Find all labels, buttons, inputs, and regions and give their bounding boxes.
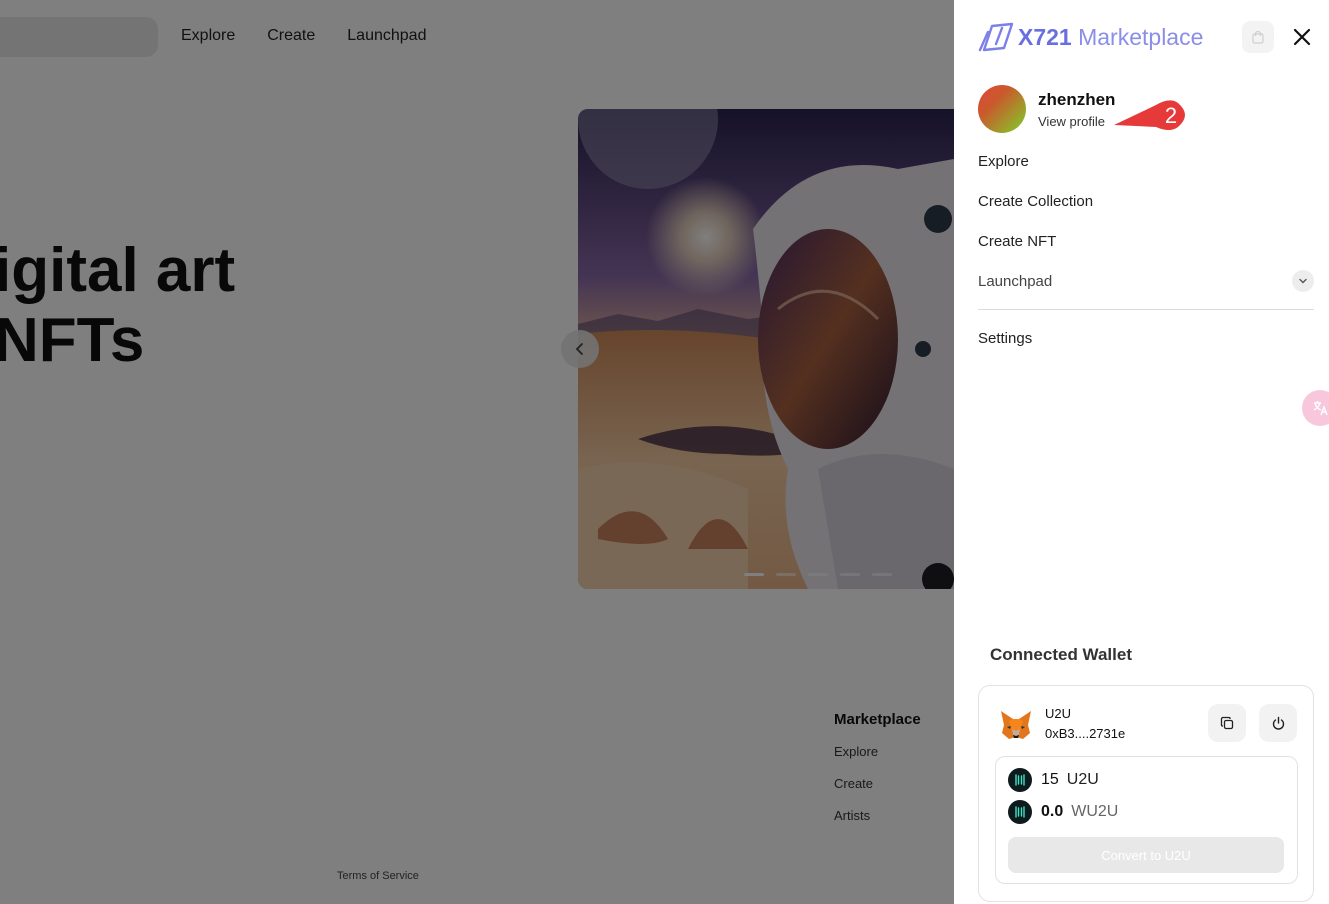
menu-item-create-nft[interactable]: Create NFT bbox=[978, 221, 1314, 261]
brand-logo[interactable]: X721 Marketplace bbox=[978, 22, 1203, 52]
close-drawer-button[interactable] bbox=[1290, 25, 1314, 49]
wallet-network: U2U bbox=[1045, 706, 1072, 721]
launchpad-expand-toggle[interactable] bbox=[1292, 270, 1314, 292]
connected-wallet-title: Connected Wallet bbox=[990, 645, 1132, 664]
copy-icon bbox=[1220, 716, 1233, 729]
metamask-fox-icon bbox=[1001, 711, 1031, 739]
profile-username: zhenzhen bbox=[1038, 89, 1116, 109]
copy-address-button[interactable] bbox=[1208, 704, 1246, 742]
menu-item-create-collection[interactable]: Create Collection bbox=[978, 181, 1314, 221]
translate-icon bbox=[1313, 401, 1328, 416]
brand-product: Marketplace bbox=[1078, 23, 1204, 50]
u2u-token-icon bbox=[1008, 768, 1032, 792]
menu-item-label: Create Collection bbox=[978, 192, 1094, 210]
view-profile-link[interactable]: View profile bbox=[1038, 114, 1115, 129]
wu2u-balance-unit: WU2U bbox=[1071, 803, 1119, 820]
menu-item-explore[interactable]: Explore bbox=[978, 141, 1314, 181]
u2u-balance-amount: 15 bbox=[1041, 771, 1059, 788]
shopping-bag-icon bbox=[1252, 30, 1264, 44]
menu-item-label: Launchpad bbox=[978, 272, 1053, 290]
menu-item-label: Settings bbox=[978, 329, 1033, 347]
disconnect-wallet-button[interactable] bbox=[1259, 704, 1297, 742]
menu-item-label: Explore bbox=[978, 152, 1029, 170]
chevron-down-icon bbox=[1299, 278, 1307, 284]
drawer-backdrop[interactable] bbox=[0, 0, 954, 904]
drawer-menu: Explore Create Collection Create NFT Lau… bbox=[978, 141, 1314, 358]
wu2u-balance-amount: 0.0 bbox=[1041, 803, 1064, 820]
annotation-badge-number: 2 bbox=[1165, 103, 1177, 128]
u2u-balance-unit: U2U bbox=[1066, 771, 1099, 788]
menu-item-settings[interactable]: Settings bbox=[978, 318, 1314, 358]
balance-row-wu2u: 0.0 WU2U bbox=[1008, 800, 1118, 824]
wallet-card: U2U 0xB3....2731e 15 U2U 0.0 WU2U Conver… bbox=[978, 685, 1314, 902]
x721-logo-icon bbox=[978, 22, 1014, 52]
balance-row-u2u: 15 U2U bbox=[1008, 768, 1099, 792]
cart-button[interactable] bbox=[1242, 21, 1274, 53]
wallet-address: 0xB3....2731e bbox=[1045, 726, 1126, 741]
menu-item-launchpad[interactable]: Launchpad bbox=[978, 261, 1314, 301]
menu-item-label: Create NFT bbox=[978, 232, 1057, 250]
convert-to-u2u-button[interactable]: Convert to U2U bbox=[1008, 837, 1284, 873]
profile-section[interactable]: zhenzhen View profile bbox=[978, 85, 1115, 133]
annotation-badge: 2 bbox=[1114, 100, 1185, 130]
close-icon bbox=[1293, 28, 1311, 46]
balance-box: 15 U2U 0.0 WU2U Convert to U2U bbox=[995, 756, 1298, 884]
avatar[interactable] bbox=[978, 85, 1026, 133]
brand-name: X721 bbox=[1018, 23, 1072, 50]
menu-divider bbox=[978, 309, 1314, 310]
wu2u-token-icon bbox=[1008, 800, 1032, 824]
power-icon bbox=[1272, 716, 1284, 730]
